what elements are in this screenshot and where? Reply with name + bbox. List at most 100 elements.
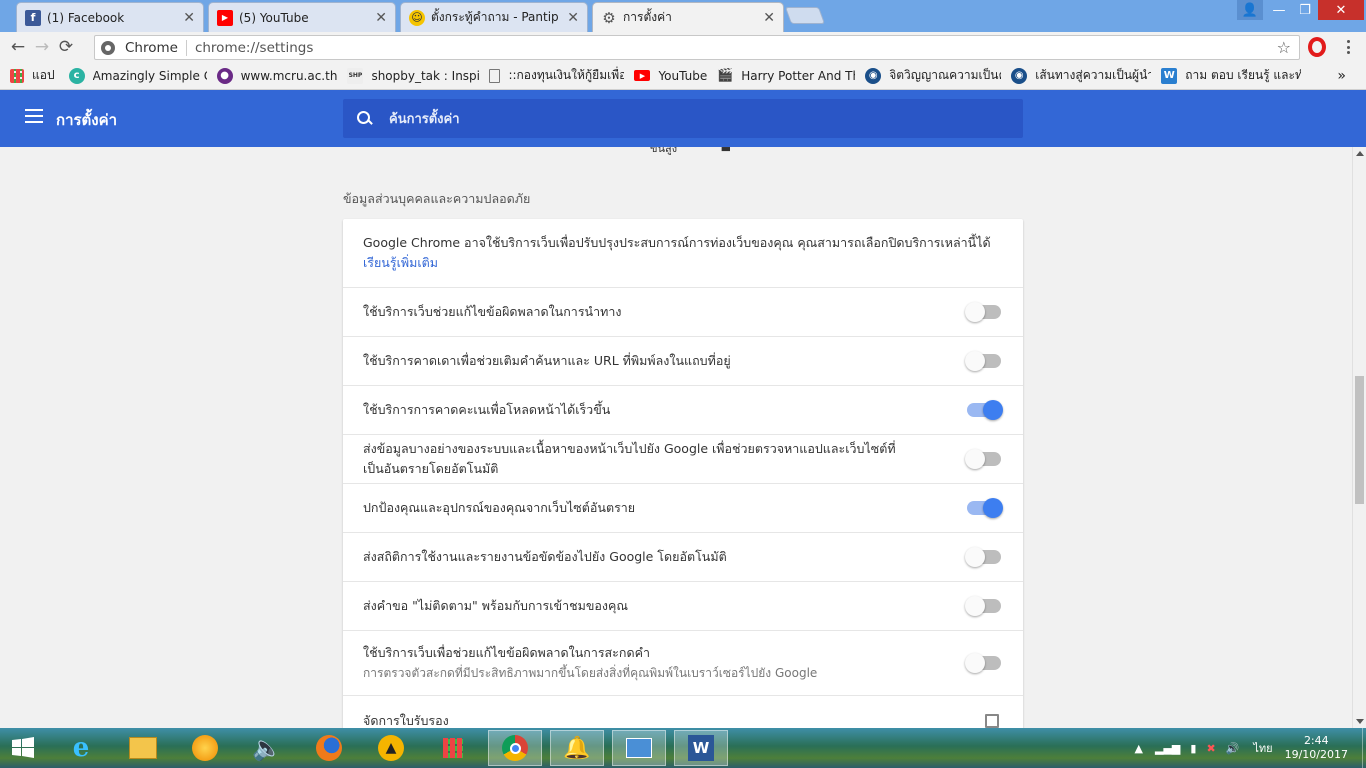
mcru-logo-icon: ● (216, 67, 233, 84)
settings-header: การตั้งค่า ค้นการตั้งค่า (0, 90, 1366, 147)
scroll-down-icon[interactable] (1356, 719, 1364, 724)
close-icon[interactable]: ✕ (183, 10, 195, 26)
battery-icon[interactable]: ▮ (1190, 742, 1196, 755)
setting-row[interactable]: ปกป้องคุณและอุปกรณ์ของคุณจากเว็บไซต์อันต… (343, 484, 1023, 533)
tab-title: (1) Facebook (47, 10, 125, 25)
show-desktop-button[interactable] (1362, 728, 1366, 768)
bookmark-leadership[interactable]: ◉ เส้นทางสู่ความเป็นผู้นำทา (1011, 66, 1151, 85)
omnibox[interactable]: Chrome chrome://settings ☆ (94, 35, 1300, 60)
toggle-switch[interactable] (965, 302, 1001, 322)
internet-explorer-icon[interactable]: e (54, 730, 108, 766)
tab-settings[interactable]: ⚙ การตั้งค่า ✕ (592, 2, 784, 32)
media-icon[interactable] (178, 730, 232, 766)
bookmark-amazingly-simple[interactable]: c Amazingly Simple Gra (68, 67, 207, 84)
toggle-knob (965, 596, 985, 616)
bookmark-label: YouTube (658, 68, 708, 83)
reload-icon[interactable]: ⟳ (54, 35, 78, 59)
tab-pantip[interactable]: ☺ ตั้งกระทู้คำถาม - Pantip ✕ (400, 2, 588, 32)
window-close-button[interactable]: ✕ (1318, 0, 1364, 20)
start-grid-icon[interactable] (426, 730, 480, 766)
c-circle-icon: c (68, 67, 85, 84)
speaker-app-icon[interactable]: 🔈 (240, 730, 294, 766)
close-icon[interactable]: ✕ (567, 10, 579, 26)
clock[interactable]: 2:44 19/10/2017 (1285, 734, 1348, 762)
setting-row[interactable]: ส่งข้อมูลบางอย่างของระบบและเนื้อหาของหน้… (343, 435, 1023, 484)
new-tab-button[interactable] (784, 7, 826, 24)
hamburger-menu-icon[interactable] (25, 109, 43, 123)
toggle-knob (965, 302, 985, 322)
tab-facebook[interactable]: f (1) Facebook ✕ (16, 2, 204, 32)
bookmark-apps[interactable]: แอป (10, 66, 55, 85)
toggle-switch[interactable] (965, 449, 1001, 469)
bookmark-harry-potter[interactable]: 🎬 Harry Potter And The (717, 68, 855, 84)
page-title: การตั้งค่า (56, 111, 118, 129)
gear-icon: ⚙ (602, 8, 616, 27)
scroll-up-icon[interactable] (1356, 151, 1364, 156)
language-indicator[interactable]: ไทย (1253, 739, 1272, 757)
bookmark-mcru[interactable]: ● www.mcru.ac.th (216, 67, 338, 84)
file-explorer-icon[interactable] (116, 730, 170, 766)
bookmark-label: www.mcru.ac.th (240, 68, 338, 83)
omnibox-url[interactable]: chrome://settings (195, 40, 313, 56)
clapperboard-icon: 🎬 (717, 68, 734, 83)
close-icon[interactable]: ✕ (763, 10, 775, 26)
browser-toolbar: ← → ⟳ Chrome chrome://settings ☆ (0, 32, 1366, 62)
windows-start-button[interactable] (0, 730, 46, 766)
bookmark-youtube[interactable]: ▶ YouTube (634, 69, 707, 83)
user-profile-icon[interactable]: 👤 (1237, 0, 1263, 20)
control-panel-icon[interactable] (612, 730, 666, 766)
bell-icon[interactable]: 🔔 (550, 730, 604, 766)
forward-arrow-icon[interactable]: → (30, 35, 54, 59)
youtube-icon: ▶ (217, 9, 233, 26)
bookmark-teacher-spirit[interactable]: ◉ จิตวิญญาณความเป็นครู (865, 66, 1001, 85)
opera-icon[interactable] (1308, 37, 1326, 57)
bookmarks-overflow-button[interactable]: » (1337, 68, 1346, 84)
setting-row[interactable]: ใช้บริการเว็บเพื่อช่วยแก้ไขข้อผิดพลาดในก… (343, 631, 1023, 696)
section-title: ข้อมูลส่วนบุคคลและความปลอดภัย (343, 191, 531, 206)
page-scrollbar[interactable] (1352, 147, 1366, 728)
close-icon[interactable]: ✕ (375, 10, 387, 26)
settings-search-input[interactable]: ค้นการตั้งค่า (343, 99, 1023, 138)
firefox-icon[interactable] (302, 730, 356, 766)
show-hidden-icons-icon[interactable]: ▲ (1135, 742, 1143, 755)
toggle-knob (965, 547, 985, 567)
setting-row[interactable]: ใช้บริการการคาดคะเนเพื่อโหลดหน้าได้เร็วข… (343, 386, 1023, 435)
clock-date: 19/10/2017 (1284, 748, 1348, 761)
toggle-switch[interactable] (965, 596, 1001, 616)
more-menu-icon[interactable] (1340, 38, 1356, 56)
signal-icon[interactable]: ▂▄▆ (1155, 742, 1180, 755)
setting-row[interactable]: ส่งสถิติการใช้งานและรายงานข้อขัดข้องไปยั… (343, 533, 1023, 582)
toggle-knob (965, 653, 985, 673)
learn-more-link[interactable]: เรียนรู้เพิ่มเติม (363, 255, 438, 270)
tab-title: ตั้งกระทู้คำถาม - Pantip (431, 10, 559, 24)
advanced-heading-partial[interactable]: ขั้นสูง ▬ (650, 147, 731, 157)
toggle-switch[interactable] (967, 400, 1003, 420)
bookmark-star-icon[interactable]: ☆ (1277, 38, 1291, 57)
network-warning-icon[interactable]: ✖ (1206, 742, 1215, 755)
bookmark-loan-fund[interactable]: ::กองทุนเงินให้กู้ยืมเพื่อการ (489, 66, 624, 85)
back-arrow-icon[interactable]: ← (6, 35, 30, 59)
setting-row[interactable]: ใช้บริการคาดเดาเพื่อช่วยเติมคำค้นหาและ U… (343, 337, 1023, 386)
privacy-intro: Google Chrome อาจใช้บริการเว็บเพื่อปรับป… (343, 219, 1023, 288)
manage-certificates-row[interactable]: จัดการใบรับรอง (343, 696, 1023, 728)
bookmark-shopby[interactable]: SHP shopby_tak : Inspired (347, 67, 479, 84)
pantip-icon: ☺ (409, 9, 425, 26)
toggle-switch[interactable] (965, 547, 1001, 567)
tab-youtube[interactable]: ▶ (5) YouTube ✕ (208, 2, 396, 32)
setting-row[interactable]: ส่งคำขอ "ไม่ติดตาม" พร้อมกับการเข้าชมของ… (343, 582, 1023, 631)
chrome-icon[interactable] (488, 730, 542, 766)
toggle-switch[interactable] (965, 653, 1001, 673)
maximize-button[interactable]: ❐ (1292, 0, 1318, 20)
setting-label-block: ใช้บริการเว็บเพื่อช่วยแก้ไขข้อผิดพลาดในก… (363, 643, 967, 683)
toggle-switch[interactable] (965, 351, 1001, 371)
bookmark-label: เส้นทางสู่ความเป็นผู้นำทา (1035, 68, 1152, 82)
vlc-icon[interactable]: ▲ (364, 730, 418, 766)
bookmark-qa-learn[interactable]: W ถาม ตอบ เรียนรู้ และทำแบ (1161, 66, 1301, 85)
setting-row[interactable]: ใช้บริการเว็บช่วยแก้ไขข้อผิดพลาดในการนำท… (343, 288, 1023, 337)
minimize-button[interactable]: — (1266, 0, 1292, 20)
volume-icon[interactable]: 🔊 (1226, 742, 1240, 755)
scroll-thumb[interactable] (1355, 376, 1364, 504)
toggle-switch[interactable] (967, 498, 1003, 518)
word-icon[interactable]: W (674, 730, 728, 766)
bookmark-label: Harry Potter And The (741, 68, 856, 83)
